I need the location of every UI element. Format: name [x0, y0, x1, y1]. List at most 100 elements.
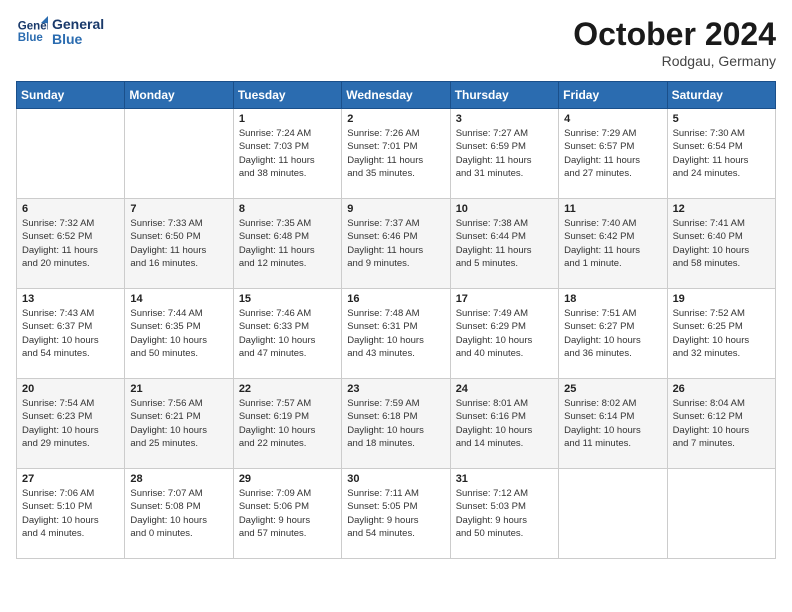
day-number: 28 — [130, 473, 227, 485]
day-number: 23 — [347, 383, 444, 395]
calendar-cell: 6 Sunrise: 7:32 AM Sunset: 6:52 PM Daylig… — [17, 199, 125, 289]
day-info: Sunrise: 7:44 AM Sunset: 6:35 PM Dayligh… — [130, 307, 227, 360]
day-info: Sunrise: 8:02 AM Sunset: 6:14 PM Dayligh… — [564, 397, 661, 450]
svg-text:Blue: Blue — [18, 32, 44, 44]
week-row-2: 6 Sunrise: 7:32 AM Sunset: 6:52 PM Daylig… — [17, 199, 776, 289]
col-header-sunday: Sunday — [17, 82, 125, 109]
page-header: General Blue General Blue October 2024 R… — [16, 16, 776, 69]
calendar-cell: 7 Sunrise: 7:33 AM Sunset: 6:50 PM Daylig… — [125, 199, 233, 289]
day-info: Sunrise: 7:33 AM Sunset: 6:50 PM Dayligh… — [130, 217, 227, 270]
day-number: 11 — [564, 203, 661, 215]
day-info: Sunrise: 8:01 AM Sunset: 6:16 PM Dayligh… — [456, 397, 553, 450]
col-header-tuesday: Tuesday — [233, 82, 341, 109]
calendar-cell: 2 Sunrise: 7:26 AM Sunset: 7:01 PM Daylig… — [342, 109, 450, 199]
day-number: 8 — [239, 203, 336, 215]
day-info: Sunrise: 7:51 AM Sunset: 6:27 PM Dayligh… — [564, 307, 661, 360]
calendar-cell: 10Sunrise: 7:38 AM Sunset: 6:44 PM Dayli… — [450, 199, 558, 289]
week-row-3: 13Sunrise: 7:43 AM Sunset: 6:37 PM Dayli… — [17, 289, 776, 379]
calendar-cell — [559, 469, 667, 559]
calendar-cell: 4 Sunrise: 7:29 AM Sunset: 6:57 PM Daylig… — [559, 109, 667, 199]
title-block: October 2024 Rodgau, Germany — [573, 16, 776, 69]
day-info: Sunrise: 7:06 AM Sunset: 5:10 PM Dayligh… — [22, 487, 119, 540]
day-number: 4 — [564, 113, 661, 125]
day-number: 6 — [22, 203, 119, 215]
day-info: Sunrise: 7:30 AM Sunset: 6:54 PM Dayligh… — [673, 127, 770, 180]
calendar-cell: 18 Sunrise: 7:51 AM Sunset: 6:27 PM Dayli… — [559, 289, 667, 379]
week-row-5: 27 Sunrise: 7:06 AM Sunset: 5:10 PM Dayli… — [17, 469, 776, 559]
day-info: Sunrise: 7:26 AM Sunset: 7:01 PM Dayligh… — [347, 127, 444, 180]
logo-general: General — [52, 17, 104, 32]
calendar-cell — [667, 469, 775, 559]
col-header-monday: Monday — [125, 82, 233, 109]
location: Rodgau, Germany — [573, 53, 776, 69]
calendar-cell: 12 Sunrise: 7:41 AM Sunset: 6:40 PM Dayli… — [667, 199, 775, 289]
calendar-cell — [17, 109, 125, 199]
day-number: 12 — [673, 203, 770, 215]
month-title: October 2024 — [573, 16, 776, 53]
day-info: Sunrise: 7:27 AM Sunset: 6:59 PM Dayligh… — [456, 127, 553, 180]
calendar-cell: 5 Sunrise: 7:30 AM Sunset: 6:54 PM Daylig… — [667, 109, 775, 199]
day-info: Sunrise: 7:35 AM Sunset: 6:48 PM Dayligh… — [239, 217, 336, 270]
day-number: 29 — [239, 473, 336, 485]
day-number: 1 — [239, 113, 336, 125]
calendar-cell: 30 Sunrise: 7:11 AM Sunset: 5:05 PM Dayli… — [342, 469, 450, 559]
week-row-1: 1 Sunrise: 7:24 AM Sunset: 7:03 PM Daylig… — [17, 109, 776, 199]
day-info: Sunrise: 7:29 AM Sunset: 6:57 PM Dayligh… — [564, 127, 661, 180]
day-number: 7 — [130, 203, 227, 215]
day-number: 16 — [347, 293, 444, 305]
day-info: Sunrise: 7:11 AM Sunset: 5:05 PM Dayligh… — [347, 487, 444, 540]
calendar-cell: 17 Sunrise: 7:49 AM Sunset: 6:29 PM Dayli… — [450, 289, 558, 379]
day-number: 10 — [456, 203, 553, 215]
day-info: Sunrise: 7:37 AM Sunset: 6:46 PM Dayligh… — [347, 217, 444, 270]
day-number: 30 — [347, 473, 444, 485]
day-info: Sunrise: 8:04 AM Sunset: 6:12 PM Dayligh… — [673, 397, 770, 450]
day-number: 21 — [130, 383, 227, 395]
calendar-cell: 13Sunrise: 7:43 AM Sunset: 6:37 PM Dayli… — [17, 289, 125, 379]
calendar-cell: 24 Sunrise: 8:01 AM Sunset: 6:16 PM Dayli… — [450, 379, 558, 469]
day-info: Sunrise: 7:48 AM Sunset: 6:31 PM Dayligh… — [347, 307, 444, 360]
day-number: 20 — [22, 383, 119, 395]
calendar-cell: 29Sunrise: 7:09 AM Sunset: 5:06 PM Dayli… — [233, 469, 341, 559]
logo-blue: Blue — [52, 32, 104, 47]
calendar-cell — [125, 109, 233, 199]
day-number: 2 — [347, 113, 444, 125]
calendar-body: 1 Sunrise: 7:24 AM Sunset: 7:03 PM Daylig… — [17, 109, 776, 559]
calendar-cell: 1 Sunrise: 7:24 AM Sunset: 7:03 PM Daylig… — [233, 109, 341, 199]
day-number: 9 — [347, 203, 444, 215]
day-info: Sunrise: 7:57 AM Sunset: 6:19 PM Dayligh… — [239, 397, 336, 450]
day-info: Sunrise: 7:56 AM Sunset: 6:21 PM Dayligh… — [130, 397, 227, 450]
week-row-4: 20Sunrise: 7:54 AM Sunset: 6:23 PM Dayli… — [17, 379, 776, 469]
day-number: 3 — [456, 113, 553, 125]
day-info: Sunrise: 7:46 AM Sunset: 6:33 PM Dayligh… — [239, 307, 336, 360]
day-info: Sunrise: 7:41 AM Sunset: 6:40 PM Dayligh… — [673, 217, 770, 270]
calendar-cell: 25Sunrise: 8:02 AM Sunset: 6:14 PM Dayli… — [559, 379, 667, 469]
day-info: Sunrise: 7:52 AM Sunset: 6:25 PM Dayligh… — [673, 307, 770, 360]
calendar-cell: 8 Sunrise: 7:35 AM Sunset: 6:48 PM Daylig… — [233, 199, 341, 289]
day-number: 24 — [456, 383, 553, 395]
day-number: 27 — [22, 473, 119, 485]
day-info: Sunrise: 7:12 AM Sunset: 5:03 PM Dayligh… — [456, 487, 553, 540]
col-header-thursday: Thursday — [450, 82, 558, 109]
day-info: Sunrise: 7:24 AM Sunset: 7:03 PM Dayligh… — [239, 127, 336, 180]
logo: General Blue General Blue — [16, 16, 104, 48]
day-number: 26 — [673, 383, 770, 395]
day-info: Sunrise: 7:59 AM Sunset: 6:18 PM Dayligh… — [347, 397, 444, 450]
calendar-cell: 23 Sunrise: 7:59 AM Sunset: 6:18 PM Dayli… — [342, 379, 450, 469]
day-number: 31 — [456, 473, 553, 485]
col-header-friday: Friday — [559, 82, 667, 109]
col-header-saturday: Saturday — [667, 82, 775, 109]
calendar-cell: 21 Sunrise: 7:56 AM Sunset: 6:21 PM Dayli… — [125, 379, 233, 469]
day-number: 13 — [22, 293, 119, 305]
calendar-cell: 16 Sunrise: 7:48 AM Sunset: 6:31 PM Dayli… — [342, 289, 450, 379]
day-info: Sunrise: 7:32 AM Sunset: 6:52 PM Dayligh… — [22, 217, 119, 270]
calendar-cell: 31 Sunrise: 7:12 AM Sunset: 5:03 PM Dayli… — [450, 469, 558, 559]
day-number: 5 — [673, 113, 770, 125]
calendar-cell: 14 Sunrise: 7:44 AM Sunset: 6:35 PM Dayli… — [125, 289, 233, 379]
day-number: 18 — [564, 293, 661, 305]
day-number: 14 — [130, 293, 227, 305]
calendar-cell: 20Sunrise: 7:54 AM Sunset: 6:23 PM Dayli… — [17, 379, 125, 469]
day-info: Sunrise: 7:49 AM Sunset: 6:29 PM Dayligh… — [456, 307, 553, 360]
calendar-cell: 9 Sunrise: 7:37 AM Sunset: 6:46 PM Daylig… — [342, 199, 450, 289]
day-number: 17 — [456, 293, 553, 305]
day-info: Sunrise: 7:07 AM Sunset: 5:08 PM Dayligh… — [130, 487, 227, 540]
